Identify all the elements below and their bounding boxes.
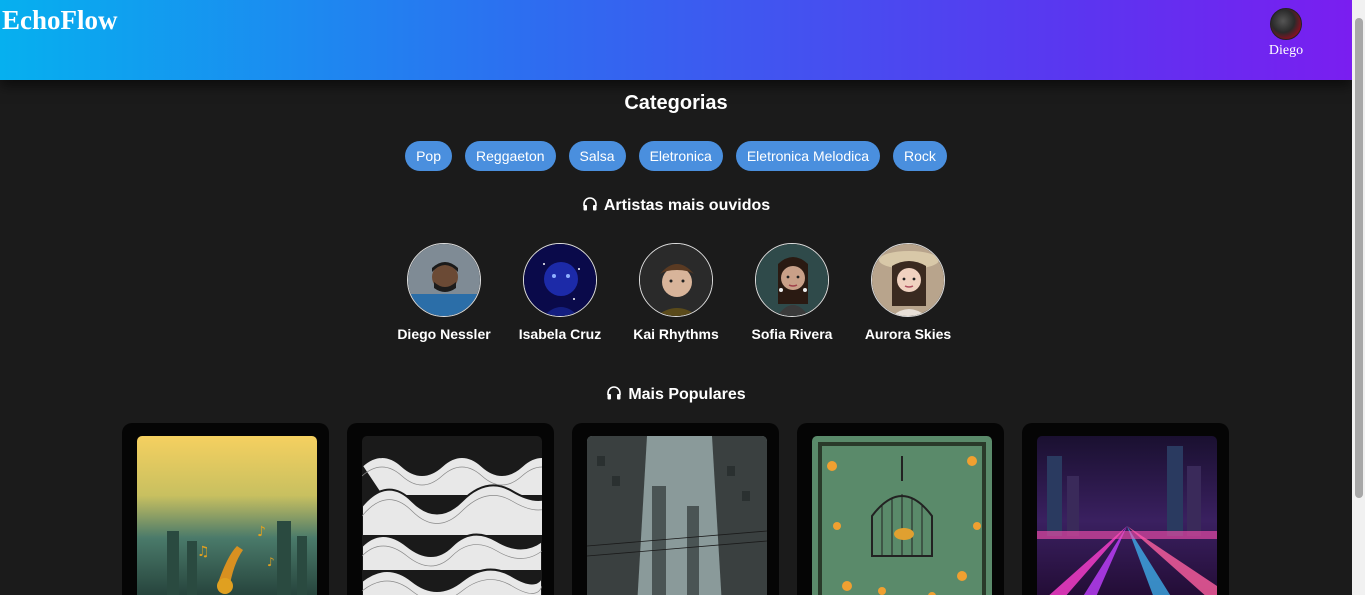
artist-photo[interactable] — [407, 243, 481, 317]
svg-text:♫: ♫ — [197, 544, 210, 560]
artist-photo[interactable] — [639, 243, 713, 317]
bird-cage-flowers-art[interactable] — [812, 436, 992, 595]
artist-name: Isabela Cruz — [518, 326, 602, 342]
popular-card[interactable]: ♪ ♫ ♪ — [122, 423, 329, 595]
popular-card[interactable] — [797, 423, 1004, 595]
category-eletronica-melodica[interactable]: Eletronica Melodica — [735, 141, 880, 171]
user-name[interactable]: Diego — [1266, 43, 1306, 59]
category-list: Pop Reggaeton Salsa Eletronica Eletronic… — [0, 141, 1352, 171]
artists-section-title: Artistas mais ouvidos — [0, 196, 1352, 215]
category-rock[interactable]: Rock — [893, 141, 947, 171]
popular-card[interactable] — [347, 423, 554, 595]
headphones-icon — [607, 386, 622, 400]
city-sunset-music-art[interactable]: ♪ ♫ ♪ — [137, 436, 317, 595]
artists-title-text: Artistas mais ouvidos — [603, 197, 771, 214]
neon-city-road-art[interactable] — [1037, 436, 1217, 595]
artist-name: Sofia Rivera — [751, 326, 833, 342]
category-eletronica[interactable]: Eletronica — [638, 141, 723, 171]
categories-title: Categorias — [624, 92, 728, 114]
category-pop[interactable]: Pop — [405, 141, 453, 171]
artist-item[interactable]: Isabela Cruz — [510, 243, 610, 342]
user-profile[interactable]: Diego — [1266, 8, 1306, 59]
svg-text:♪: ♪ — [267, 555, 275, 569]
artist-item[interactable]: Sofia Rivera — [742, 243, 842, 342]
vertical-scrollbar[interactable] — [1352, 0, 1365, 595]
popular-section-title: Mais Populares — [0, 385, 1352, 404]
popular-card[interactable] — [572, 423, 779, 595]
top-header: EchoFlow Diego — [0, 0, 1352, 80]
category-reggaeton[interactable]: Reggaeton — [465, 141, 556, 171]
popular-title-text: Mais Populares — [628, 386, 746, 403]
artist-item[interactable]: Diego Nessler — [394, 243, 494, 342]
artist-name: Diego Nessler — [397, 326, 491, 342]
artist-list: Diego Nessler Isabela Cruz Kai Rhythms S… — [0, 243, 1352, 342]
city-street-art[interactable] — [587, 436, 767, 595]
headphones-icon — [583, 197, 597, 211]
svg-text:♪: ♪ — [257, 524, 266, 540]
popular-card[interactable] — [1022, 423, 1229, 595]
artist-photo[interactable] — [871, 243, 945, 317]
category-salsa[interactable]: Salsa — [568, 141, 626, 171]
wave-lines-art[interactable] — [362, 436, 542, 595]
scrollbar-thumb[interactable] — [1355, 18, 1363, 498]
user-avatar[interactable] — [1270, 8, 1302, 40]
app-logo[interactable]: EchoFlow — [2, 5, 118, 36]
artist-item[interactable]: Kai Rhythms — [626, 243, 726, 342]
artist-name: Kai Rhythms — [633, 326, 719, 342]
artist-photo[interactable] — [523, 243, 597, 317]
artist-name: Aurora Skies — [864, 326, 952, 342]
artist-item[interactable]: Aurora Skies — [858, 243, 958, 342]
artist-photo[interactable] — [755, 243, 829, 317]
popular-list: ♪ ♫ ♪ — [122, 423, 1229, 595]
